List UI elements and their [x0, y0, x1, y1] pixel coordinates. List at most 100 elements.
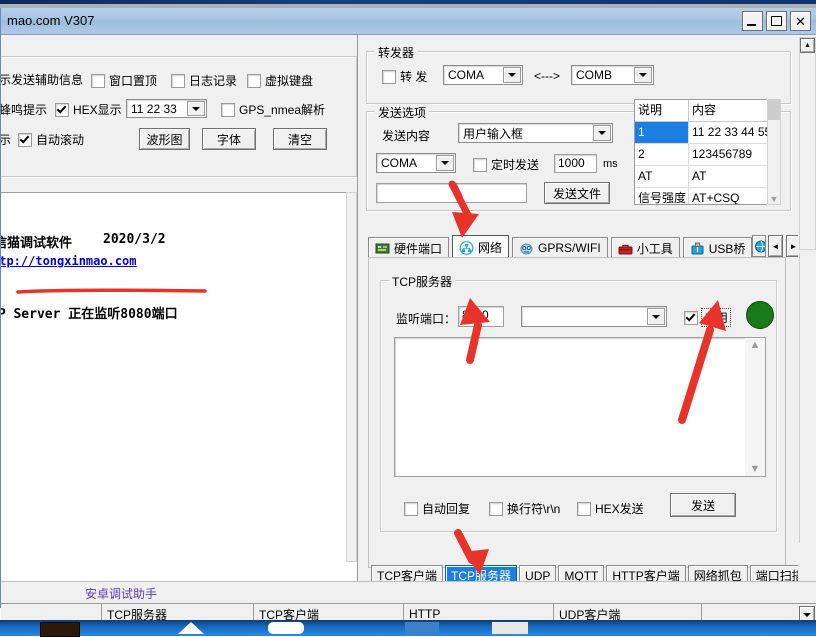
timer-unit-label: ms — [603, 158, 618, 170]
chevron-down-icon[interactable] — [593, 125, 611, 141]
application-window: mao.com V307 ✕ 示发送辅助信息 窗口置顶 日志记录 虚拟键盘 蜂鸣… — [0, 8, 816, 624]
checkbox-forward-box[interactable] — [382, 69, 396, 84]
checkbox-buzzer-alert[interactable]: 蜂鸣提示 — [1, 101, 47, 118]
minimize-button[interactable] — [742, 11, 763, 31]
checkbox-auto-scroll-box[interactable] — [18, 132, 32, 147]
table-cell-desc: 2 — [635, 144, 689, 165]
checkbox-newline[interactable]: 换行符\r\n — [489, 500, 560, 517]
scroll-up-button[interactable]: ▲ — [800, 38, 815, 53]
close-button[interactable]: ✕ — [790, 11, 811, 31]
taskbar-icon-doc[interactable] — [492, 622, 528, 634]
main-window-scrollbar-track[interactable] — [799, 253, 816, 543]
title-bar[interactable]: mao.com V307 ✕ — [1, 8, 816, 35]
checkbox-display-clipped[interactable]: 示 — [1, 131, 11, 148]
log-line-server-status: CP Server 正在监听8080端口 — [1, 307, 178, 322]
status-bar-primary: 安卓调试助手 — [1, 581, 816, 603]
checkbox-window-topmost-label: 窗口置顶 — [109, 74, 158, 88]
checkbox-send-aux-info-label: 示发送辅助信息 — [1, 73, 84, 87]
checkbox-timed-send-box[interactable] — [473, 157, 487, 172]
forwarder-port-a-combo[interactable]: COMA — [443, 65, 523, 85]
maximize-button[interactable] — [766, 11, 787, 31]
listen-port-input[interactable]: 8080 — [458, 306, 504, 327]
taskbar[interactable] — [0, 620, 816, 637]
checkbox-window-topmost-box[interactable] — [91, 73, 105, 88]
chevron-down-icon[interactable] — [503, 67, 521, 83]
checkbox-enable-server-label: 启用 — [701, 308, 732, 327]
scroll-down-icon[interactable]: ▼ — [750, 464, 761, 475]
forwarder-port-b-combo[interactable]: COMB — [571, 65, 654, 85]
send-options-group-title: 发送选项 — [375, 104, 430, 121]
table-row[interactable]: 信号强度 AT+CSQ — [635, 188, 780, 204]
send-content-combo[interactable]: 用户输入框 — [458, 123, 613, 143]
checkbox-gps-nmea[interactable]: GPS_nmea解析 — [221, 101, 325, 118]
receive-log-area[interactable]: 信猫调试软件 2020/3/2 ttp://tongxinmao.com CP … — [1, 192, 357, 590]
desktop-background-strip — [0, 0, 816, 8]
taskbar-icon-terminal[interactable] — [40, 622, 80, 637]
checkbox-timed-send[interactable]: 定时发送 — [473, 156, 539, 173]
log-line-url[interactable]: ttp://tongxinmao.com — [1, 254, 137, 268]
checkbox-enable-server[interactable]: 启用 — [684, 308, 732, 327]
checkbox-hex-send-box[interactable] — [577, 501, 591, 516]
connected-clients-combo[interactable] — [521, 306, 667, 327]
timer-interval-input[interactable]: 1000 — [554, 154, 597, 173]
checkbox-newline-box[interactable] — [489, 501, 503, 516]
send-port-combo-value: COMA — [381, 156, 417, 170]
waveform-button-label: 波形图 — [146, 132, 183, 147]
tab-hardware-port[interactable]: 硬件端口 — [368, 237, 450, 259]
send-file-button[interactable]: 发送文件 — [544, 182, 610, 204]
checkbox-virtual-keyboard-box[interactable] — [247, 73, 261, 88]
send-button[interactable]: 发送 — [670, 493, 736, 517]
chevron-down-icon[interactable] — [187, 101, 205, 116]
checkbox-gps-nmea-box[interactable] — [221, 102, 235, 117]
chevron-down-icon[interactable] — [436, 155, 454, 171]
font-button[interactable]: 字体 — [202, 128, 256, 150]
checkbox-enable-server-box[interactable] — [684, 310, 698, 325]
table-row[interactable]: 2 123456789 — [635, 144, 780, 166]
checkbox-hex-display-box[interactable] — [55, 102, 69, 117]
tab-gprs-wifi[interactable]: GPRS/WIFI — [512, 237, 608, 259]
checkbox-auto-reply-box[interactable] — [404, 501, 418, 516]
checkbox-send-aux-info[interactable]: 示发送辅助信息 — [1, 71, 83, 88]
tab-scroll-left-button[interactable]: ◄ — [768, 235, 783, 257]
checkbox-log-record-box[interactable] — [171, 73, 185, 88]
checkbox-virtual-keyboard[interactable]: 虚拟键盘 — [247, 72, 313, 89]
checkbox-buzzer-alert-label: 蜂鸣提示 — [1, 103, 48, 117]
table-row[interactable]: AT AT — [635, 166, 780, 188]
scroll-down-icon[interactable]: ▼ — [770, 194, 779, 204]
checkbox-log-record[interactable]: 日志记录 — [171, 72, 237, 89]
send-text-input[interactable] — [376, 183, 527, 203]
preset-table[interactable]: 说明 内容 1 11 22 33 44 55 2 123456789 AT AT 信号强度 A… — [634, 99, 781, 205]
checkbox-hex-display[interactable]: HEX显示 — [55, 101, 122, 118]
server-log-area[interactable] — [394, 337, 766, 477]
checkbox-forward[interactable]: 转 发 — [382, 68, 427, 85]
waveform-button[interactable]: 波形图 — [139, 128, 190, 150]
scrollbar-thumb[interactable] — [768, 100, 780, 120]
chevron-down-icon[interactable] — [634, 67, 652, 83]
main-window-scrollbar[interactable]: ▲ — [799, 37, 816, 250]
taskbar-icon-arrow[interactable] — [178, 622, 204, 634]
chevron-down-icon[interactable] — [647, 308, 665, 325]
taskbar-icon-window[interactable] — [405, 622, 439, 634]
hex-display-combo[interactable]: 11 22 33 — [126, 99, 207, 118]
signal-icon — [519, 242, 534, 255]
send-port-combo[interactable]: COMA — [376, 153, 456, 173]
tab-usb-bridge[interactable]: USB桥 — [682, 237, 753, 259]
log-area-scrollbar[interactable] — [346, 192, 357, 562]
checkbox-window-topmost[interactable]: 窗口置顶 — [91, 72, 157, 89]
taskbar-icon-app[interactable] — [268, 622, 304, 634]
clear-button-label: 清空 — [287, 132, 312, 147]
tab-tools[interactable]: 小工具 — [610, 237, 680, 259]
tab-overflow-partial[interactable] — [752, 235, 766, 257]
clear-button[interactable]: 清空 — [273, 128, 327, 150]
tab-network[interactable]: 网络 — [452, 235, 510, 259]
listen-port-label: 监听端口： — [396, 312, 457, 326]
checkbox-hex-display-label: HEX显示 — [73, 103, 122, 117]
preset-table-scrollbar[interactable]: ▲ ▼ — [767, 99, 781, 205]
table-row[interactable]: 1 11 22 33 44 55 — [635, 122, 780, 144]
tab-scroll-right-button[interactable]: ► — [786, 235, 798, 257]
scroll-up-icon[interactable]: ▲ — [750, 340, 761, 351]
server-log-scrollbar[interactable]: ▲ ▼ — [745, 338, 765, 476]
checkbox-hex-send[interactable]: HEX发送 — [577, 500, 644, 517]
checkbox-auto-reply[interactable]: 自动回复 — [404, 500, 470, 517]
checkbox-auto-scroll[interactable]: 自动滚动 — [18, 131, 84, 148]
